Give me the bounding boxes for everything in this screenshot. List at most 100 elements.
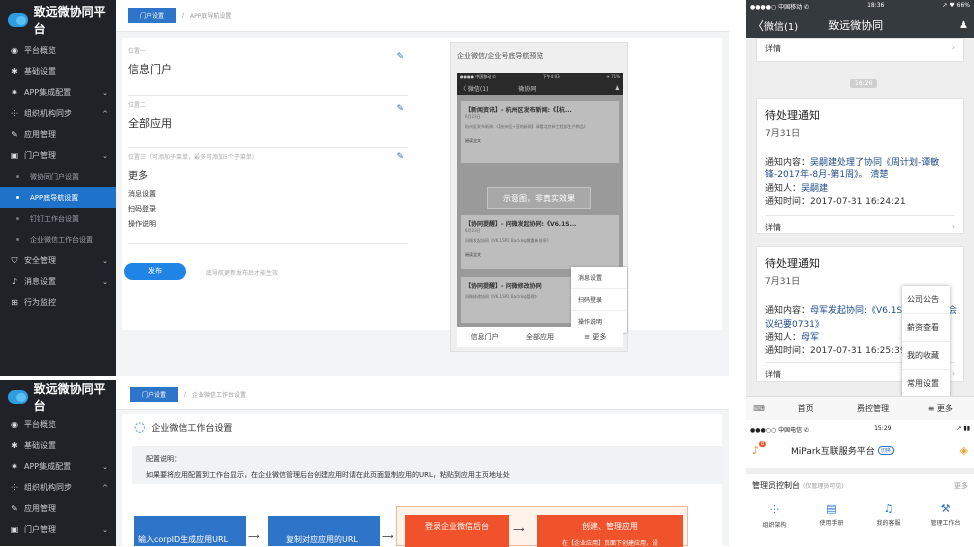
settings-icon: ✷ <box>11 88 18 97</box>
nav-label: 基础设置 <box>24 441 56 450</box>
edit-pencil-icon[interactable]: ✎ <box>396 152 404 162</box>
nav-item-basic-settings[interactable]: ✱ 基础设置 <box>0 61 116 82</box>
popup-item-settings[interactable]: 常用设置 <box>902 370 950 398</box>
back-chevron-icon[interactable]: 〈 <box>752 17 764 34</box>
person-label: 通知人： <box>765 333 802 343</box>
preview-title: 企业微信/企业号底导航预览 <box>457 52 544 60</box>
bullet-icon <box>16 196 19 199</box>
nav-item-overview[interactable]: ◉ 平台概览 <box>0 40 116 61</box>
timestamp: 16:26 <box>850 79 878 88</box>
back-link: 〈 微信(1) <box>460 85 489 93</box>
icon-workbench[interactable]: ⚒ 管理工作台 <box>917 502 974 529</box>
nav-label: 平台概览 <box>24 420 56 429</box>
subnav-dingtalk[interactable]: 钉钉工作台设置 <box>0 208 116 229</box>
bell-icon[interactable]: ♪ 8 <box>752 440 767 457</box>
submenu-item[interactable]: 操作说明 <box>128 219 408 229</box>
nav-item-basic-settings[interactable]: ✱ 基础设置 <box>0 435 116 456</box>
breadcrumb-portal[interactable]: 门户设置 <box>128 8 177 23</box>
breadcrumb-portal[interactable]: 门户设置 <box>130 387 179 402</box>
preview-popup-menu: 消息设置 扫码登录 操作说明 <box>571 267 627 333</box>
popup-item-notice[interactable]: 公司公告 <box>902 286 950 314</box>
preview-phone: ●●●● 中国移动 ✆ 下午4:03 ✈ 71% 〈 微信(1) 微协同 ♟ 【新闻… <box>457 73 627 333</box>
detail-label: 详情 <box>765 44 781 53</box>
manual-icon: ▤ <box>826 502 837 515</box>
nav-item-portal-manage[interactable]: ▣ 门户管理 ⌄ <box>0 519 116 540</box>
breadcrumb-sep: / <box>182 12 185 19</box>
nav-label: 应用管理 <box>24 130 56 139</box>
card-body: 问微发起协同《V6.1SP1 Backlog需重新排序》 <box>465 238 551 243</box>
form-panel: 位置一 信息门户 ✎ 位置二 全部应用 ✎ 位置三（可添加子菜单，最多可添加5个… <box>122 38 722 352</box>
field-position-1: 位置一 信息门户 ✎ <box>128 46 408 96</box>
time-label: 通知时间： <box>765 346 811 356</box>
tab-more[interactable]: ≡ 更多 <box>907 403 974 414</box>
shield-icon: ⛉ <box>11 255 18 265</box>
popup-item-favorites[interactable]: 我的收藏 <box>902 342 950 370</box>
dashboard-icon: ◉ <box>11 46 18 55</box>
popup-item-salary[interactable]: 薪资查看 <box>902 314 950 342</box>
subnav-portal-settings[interactable]: 微协同门户设置 <box>0 166 116 187</box>
submenu-item[interactable]: 消息设置 <box>128 189 408 199</box>
brand: 致远微协同平台 <box>0 0 116 40</box>
dashboard-icon: ◉ <box>11 420 18 429</box>
tab-expense[interactable]: 费控管理 <box>839 403 906 414</box>
edit-pencil-icon[interactable]: ✎ <box>396 52 404 62</box>
card-title: 待处理通知 <box>765 257 820 270</box>
breadcrumb: 门户设置 / APP底导航设置 <box>116 0 729 32</box>
submenu-item[interactable]: 扫码登录 <box>128 204 408 214</box>
card-date: 6月23日 <box>465 114 481 119</box>
preview-card-2: 【协同提醒】- 问微发起协同:《V6.1S... 6月23日 问微发起协同《V6… <box>461 215 619 269</box>
status-carrier: ●●●○○ 中国电信 ✆ <box>750 427 810 434</box>
wrench-icon: ✎ <box>11 504 18 513</box>
prev-detail-row[interactable]: 详情 › <box>756 38 964 62</box>
nav-item-messages[interactable]: ♪ 消息设置 ⌄ <box>0 271 116 292</box>
nav-item-org-sync[interactable]: ⸭ 组织机构同步 ^ <box>0 103 116 124</box>
field-value: 信息门户 <box>128 63 172 76</box>
edit-pencil-icon[interactable]: ✎ <box>396 104 404 114</box>
field-label: 位置二 <box>128 102 147 109</box>
nav-item-app-manage[interactable]: ✎ 应用管理 <box>0 498 116 519</box>
nav-label: 行为监控 <box>24 298 56 307</box>
icon-org[interactable]: ⸭ 组织架构 <box>746 502 803 529</box>
nav-item-security[interactable]: ⛉ 安全管理 ⌄ <box>0 250 116 271</box>
app-header: ♪ 8 MiPark互联服务平台 切换 ◈ <box>746 436 974 464</box>
chevron-down-icon: ⌄ <box>102 525 108 534</box>
tab-info-portal: 信息门户 <box>470 333 499 341</box>
nav-item-app-config[interactable]: ✷ APP集成配置 ⌄ <box>0 82 116 103</box>
back-link[interactable]: 微信(1) <box>764 18 798 33</box>
nav-label: 基础设置 <box>24 67 56 76</box>
chevron-up-icon: ^ <box>102 483 108 492</box>
card-title: 待处理通知 <box>765 109 820 122</box>
switch-tag[interactable]: 切换 <box>877 445 894 455</box>
seeyon-logo-icon <box>8 13 28 27</box>
field-label: 位置一 <box>128 48 147 55</box>
bottom-content: 门户设置 / 企业微信工作台设置 ◌ 企业微信工作台设置 配置说明： 如果要将应… <box>116 380 729 547</box>
subnav-label: APP底导航设置 <box>30 193 79 202</box>
card-date: 7月31日 <box>765 129 801 139</box>
nav-item-portal-manage[interactable]: ▣ 门户管理 ⌄ <box>0 145 116 166</box>
status-time: 下午4:03 <box>542 74 560 79</box>
subnav-app-bottom-nav[interactable]: APP底导航设置 <box>0 187 116 208</box>
card-detail-row[interactable]: 详情 › <box>765 215 955 233</box>
status-carrier: ●●●●○ 中国移动 ✆ <box>750 4 810 11</box>
status-carrier: ●●●● 中国移动 ✆ <box>460 74 496 79</box>
nav-label: 组织机构同步 <box>24 109 72 118</box>
person-value: 吴嗣建 <box>801 184 829 194</box>
nav-item-app-manage[interactable]: ✎ 应用管理 <box>0 124 116 145</box>
page-title: 企业微信工作台设置 <box>151 424 233 434</box>
icon-manual[interactable]: ▤ 使用手册 <box>803 502 860 529</box>
nav-item-org-sync[interactable]: ⸭ 组织机构同步 ^ <box>0 477 116 498</box>
nav-item-monitor[interactable]: ⊞ 行为监控 <box>0 292 116 313</box>
publish-button[interactable]: 发布 <box>124 263 186 280</box>
nav-item-app-config[interactable]: ✷ APP集成配置 ⌄ <box>0 456 116 477</box>
nav-item-overview[interactable]: ◉ 平台概览 <box>0 414 116 435</box>
icon-service[interactable]: ♫ 我的客服 <box>860 502 917 529</box>
user-icon[interactable]: ♟ <box>959 20 968 31</box>
org-icon: ⸭ <box>11 483 18 492</box>
icon-label: 使用手册 <box>819 520 844 527</box>
more-link[interactable]: 更多 <box>954 481 968 491</box>
nav-label: 应用管理 <box>24 504 56 513</box>
keyboard-icon[interactable]: ⌨ <box>746 404 772 413</box>
subnav-wework[interactable]: 企业微信工作台设置 <box>0 229 116 250</box>
phone-tabbar: ⌨ 首页 费控管理 ≡ 更多 <box>746 396 974 420</box>
tab-home[interactable]: 首页 <box>772 403 839 414</box>
